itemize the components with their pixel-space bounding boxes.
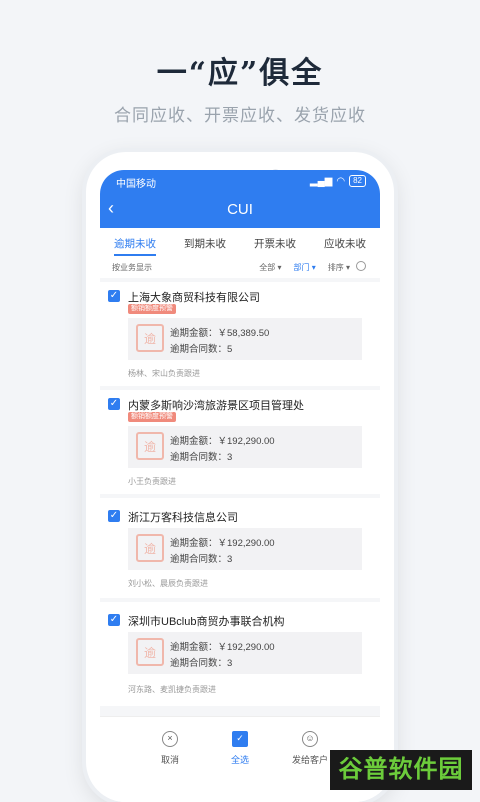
signal-icon: ▂▄▆ [309, 175, 333, 187]
cancel-label: 取消 [160, 755, 179, 765]
wifi-icon: ◠ [336, 175, 346, 187]
tab-overdue[interactable]: 逾期未收 [114, 230, 156, 256]
list-item[interactable]: ✓ 上海大象商贸科技有限公司 额销额度预警 逾 逾期金额：￥58,389.50 … [100, 282, 380, 386]
app-header: 中国移动 ▂▄▆ ◠ 82 ‹ CUI [100, 170, 380, 228]
status-bar: 中国移动 ▂▄▆ ◠ 82 [100, 175, 380, 190]
subline: 合同应收、开票应收、发货应收 [114, 106, 366, 125]
customer-name: 浙江万客科技信息公司 [128, 512, 238, 524]
filter-bar: 按业务显示 全部 ▾ 部门 ▾ 排序 ▾ [100, 258, 380, 276]
tab-invoice[interactable]: 开票未收 [254, 230, 296, 254]
customer-name: 上海大象商贸科技有限公司 [128, 292, 260, 304]
battery-icon: 82 [349, 175, 366, 187]
overdue-calendar-icon: 逾 [136, 432, 164, 460]
count-label: 逾期合同数： [170, 452, 228, 463]
customer-list: ✓ 上海大象商贸科技有限公司 额销额度预警 逾 逾期金额：￥58,389.50 … [100, 278, 380, 716]
close-icon: × [162, 731, 178, 747]
count-value: 5 [227, 344, 233, 355]
page-title: CUI [227, 201, 253, 218]
list-item[interactable]: ✓ 浙江万客科技信息公司 逾 逾期金额：￥192,290.00 逾期合同数：3 … [100, 498, 380, 598]
select-all-button[interactable]: ✓ 全选 [210, 731, 270, 766]
app-screen: 中国移动 ▂▄▆ ◠ 82 ‹ CUI 逾期未收 到期未收 开票未收 应收未收 … [100, 170, 380, 802]
user-icon: ☺ [302, 731, 318, 747]
count-label: 逾期合同数： [170, 658, 228, 669]
amount-value: ￥58,389.50 [217, 328, 270, 339]
amount-label: 逾期金额： [170, 642, 218, 653]
watermark-badge: 谷普软件园 [330, 750, 472, 790]
filter-department[interactable]: 部门 ▾ [294, 262, 316, 273]
amount-label: 逾期金额： [170, 436, 218, 447]
cancel-button[interactable]: × 取消 [140, 731, 200, 766]
tab-receivable[interactable]: 应收未收 [324, 230, 366, 254]
count-value: 3 [227, 554, 233, 565]
overdue-box: 逾 逾期金额：￥58,389.50 逾期合同数：5 [128, 318, 362, 360]
checkbox-checked-icon[interactable]: ✓ [108, 290, 120, 302]
overdue-box: 逾 逾期金额：￥192,290.00 逾期合同数：3 [128, 528, 362, 570]
amount-value: ￥192,290.00 [217, 436, 275, 447]
checkbox-icon: ✓ [232, 731, 248, 747]
checkbox-checked-icon[interactable]: ✓ [108, 614, 120, 626]
headline: 一“应”俱全 [156, 56, 324, 91]
warning-tag: 额销额度预警 [128, 304, 176, 314]
follow-up-text: 小王负责跟进 [128, 477, 176, 486]
list-item[interactable]: ✓ 深圳市UBclub商贸办事联合机构 逾 逾期金额：￥192,290.00 逾… [100, 602, 380, 706]
overdue-calendar-icon: 逾 [136, 534, 164, 562]
amount-label: 逾期金额： [170, 538, 218, 549]
select-all-label: 全选 [230, 755, 249, 765]
overdue-box: 逾 逾期金额：￥192,290.00 逾期合同数：3 [128, 632, 362, 674]
overdue-calendar-icon: 逾 [136, 324, 164, 352]
nav-bar: ‹ CUI [100, 196, 380, 224]
carrier-label: 中国移动 [116, 179, 156, 190]
checkbox-checked-icon[interactable]: ✓ [108, 510, 120, 522]
amount-value: ￥192,290.00 [217, 538, 275, 549]
checkbox-checked-icon[interactable]: ✓ [108, 398, 120, 410]
overdue-calendar-icon: 逾 [136, 638, 164, 666]
list-item[interactable]: ✓ 内蒙多斯响沙湾旅游景区项目管理处 额销额度预警 逾 逾期金额：￥192,29… [100, 390, 380, 494]
follow-up-text: 杨林、宋山负责跟进 [128, 369, 200, 378]
follow-up-text: 刘小松、晨辰负责跟进 [128, 579, 208, 588]
amount-label: 逾期金额： [170, 328, 218, 339]
warning-tag: 额销额度预警 [128, 412, 176, 422]
phone-mockup: 中国移动 ▂▄▆ ◠ 82 ‹ CUI 逾期未收 到期未收 开票未收 应收未收 … [86, 152, 394, 802]
filter-all[interactable]: 全部 ▾ [259, 262, 281, 273]
count-label: 逾期合同数： [170, 344, 228, 355]
send-label: 发给客户 [291, 755, 328, 765]
count-value: 3 [227, 658, 233, 669]
amount-value: ￥192,290.00 [217, 642, 275, 653]
display-by-business[interactable]: 按业务显示 [112, 262, 152, 273]
count-value: 3 [227, 452, 233, 463]
overdue-box: 逾 逾期金额：￥192,290.00 逾期合同数：3 [128, 426, 362, 468]
tab-bar: 逾期未收 到期未收 开票未收 应收未收 [100, 230, 380, 256]
filter-sort[interactable]: 排序 ▾ [328, 262, 350, 273]
search-icon[interactable] [356, 261, 366, 271]
customer-name: 深圳市UBclub商贸办事联合机构 [128, 616, 285, 628]
customer-name: 内蒙多斯响沙湾旅游景区项目管理处 [128, 400, 304, 412]
tab-due[interactable]: 到期未收 [184, 230, 226, 254]
follow-up-text: 河东路、麦凯捷负责跟进 [128, 685, 216, 694]
count-label: 逾期合同数： [170, 554, 228, 565]
